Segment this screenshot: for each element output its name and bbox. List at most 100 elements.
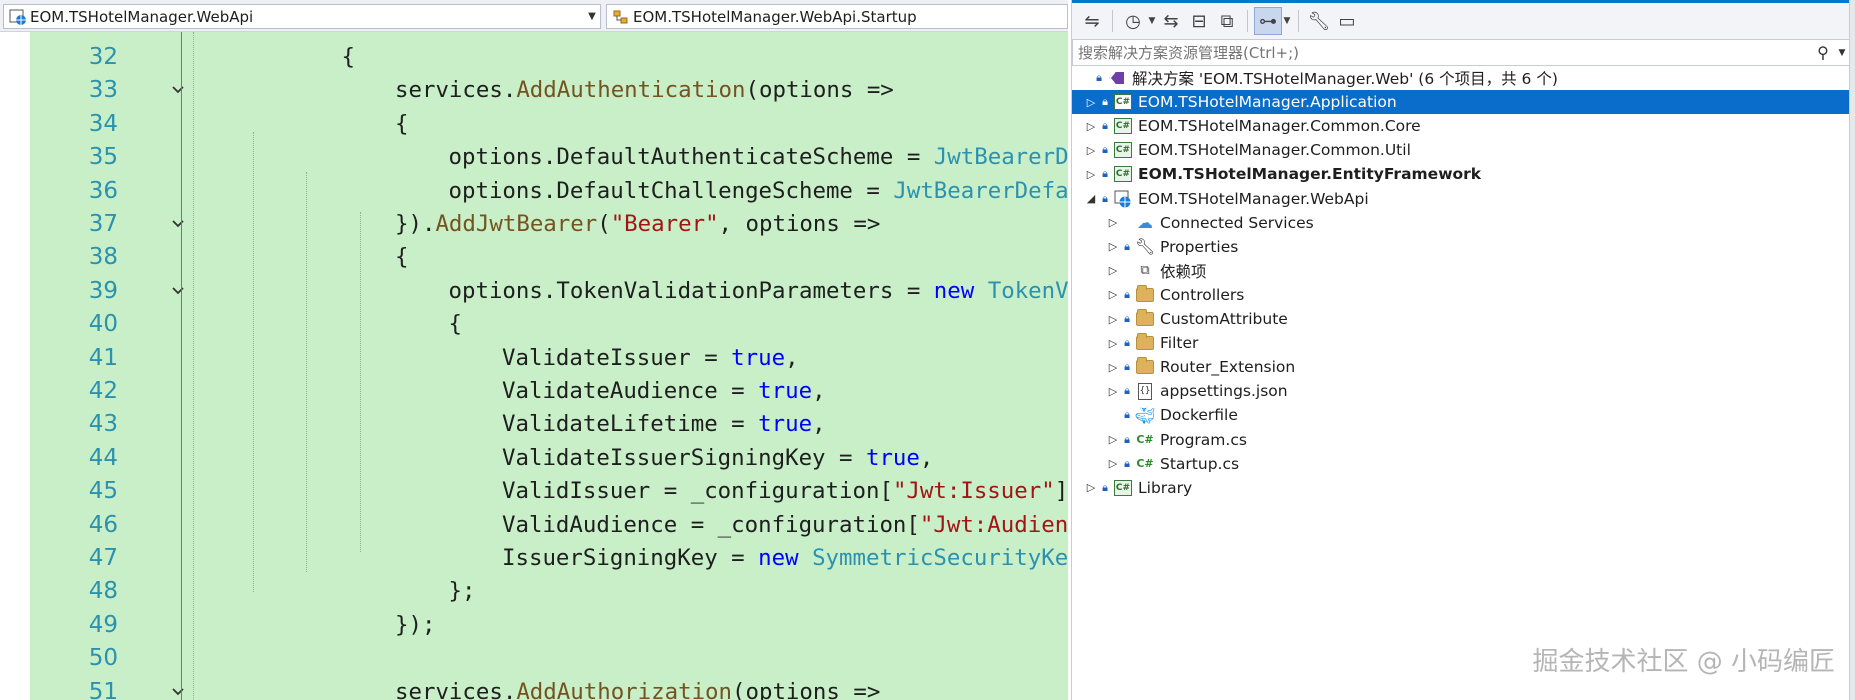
collapse-region-icon[interactable] [171,275,185,308]
expand-arrow-icon[interactable]: ▷ [1106,385,1120,398]
code-line[interactable]: 36 options.DefaultChallengeScheme = JwtBe… [30,175,1068,208]
code-line[interactable]: 34 { [30,108,1068,141]
line-number: 47 [88,545,118,571]
tree-item-label: Router_Extension [1160,358,1296,377]
code-line[interactable]: 41 ValidateIssuer = true, [30,342,1068,375]
expand-arrow-icon[interactable]: ▷ [1106,240,1120,253]
code-line[interactable]: 49}); [30,609,1068,642]
code-line[interactable]: 35 options.DefaultAuthenticateScheme = Jw… [30,141,1068,174]
code-line[interactable]: 47 IssuerSigningKey = new SymmetricSecuri… [30,542,1068,575]
tree-item-label: EOM.TSHotelManager.Common.Util [1138,141,1411,160]
code-token: options.TokenValidationParameters = [448,277,934,304]
properties-icon[interactable]: 🔧︎ [1305,7,1333,35]
tree-item[interactable]: ▷ 🔒︎ {} appsettings.json [1072,379,1850,403]
expand-arrow-icon[interactable]: ▷ [1084,144,1098,157]
code-line[interactable]: 43 ValidateLifetime = true, [30,408,1068,441]
indent-guide [253,132,254,592]
switch-views-icon[interactable]: ⊶ [1254,7,1282,35]
solution-root[interactable]: 🔒︎ 解决方案 'EOM.TSHotelManager.Web' (6 个项目，共… [1072,66,1850,90]
expand-arrow-icon[interactable]: ▷ [1084,96,1098,109]
code-line[interactable]: 48}; [30,575,1068,608]
code-token: ValidateIssuerSigningKey = [502,444,866,471]
tree-item[interactable]: ▷ ⧉ 依赖项 [1072,259,1850,283]
tree-item[interactable]: ▷ 🔒︎ C# EOM.TSHotelManager.EntityFramework [1072,162,1850,186]
chevron-down-icon[interactable]: ▼ [584,11,600,22]
line-number: 50 [88,645,118,672]
tree-item[interactable]: ▷ 🔒︎ 🔧︎ Properties [1072,235,1850,259]
code-line[interactable]: 42 ValidateAudience = true, [30,375,1068,408]
collapse-region-icon[interactable] [171,208,185,241]
code-line[interactable]: 33 services.AddAuthentication(options => [30,74,1068,107]
collapse-region-icon[interactable] [171,74,185,107]
side-tab-strip[interactable] [1849,0,1855,700]
expand-arrow-icon[interactable]: ▷ [1106,264,1120,277]
collapse-region-icon[interactable] [171,676,185,700]
expand-arrow-icon[interactable]: ▷ [1106,216,1120,229]
collapse-all-icon[interactable]: ⊟ [1185,7,1213,35]
expand-arrow-icon[interactable]: ▷ [1106,361,1120,374]
expand-arrow-icon[interactable]: ▷ [1106,288,1120,301]
code-line[interactable]: 38 { [30,241,1068,274]
class-dropdown[interactable]: EOM.TSHotelManager.WebApi.Startup [606,4,1068,29]
expand-arrow-icon[interactable]: ▷ [1106,433,1120,446]
preview-selected-items-icon[interactable]: ▭ [1333,7,1361,35]
code-line[interactable]: 44 ValidateIssuerSigningKey = true, [30,442,1068,475]
expand-arrow-icon[interactable]: ▷ [1106,313,1120,326]
sync-icon[interactable]: ⇆ [1157,7,1185,35]
docker-icon: 🐳︎ [1134,405,1156,425]
code-line[interactable]: 32 { [30,41,1068,74]
lock-icon: 🔒︎ [1124,432,1130,446]
code-token: JwtBearerDefau [933,144,1068,171]
expand-arrow-icon[interactable]: ▷ [1106,337,1120,350]
chevron-down-icon[interactable]: ▼ [1835,48,1849,58]
tree-item[interactable]: ▷ 🔒︎ C# EOM.TSHotelManager.Application [1072,90,1850,115]
tree-item[interactable]: ▷ 🔒︎ CustomAttribute [1072,307,1850,331]
tree-item-label: Program.cs [1160,430,1247,449]
search-input[interactable] [1073,40,1811,65]
sync-with-active-document-icon[interactable]: ⇋ [1078,7,1106,35]
tree-item[interactable]: ▷ ☁ Connected Services [1072,211,1850,235]
code-line[interactable]: 50 [30,642,1068,675]
code-line[interactable]: 37}).AddJwtBearer("Bearer", options => [30,208,1068,241]
code-line[interactable]: 40 { [30,308,1068,341]
line-number: 40 [88,311,118,338]
lock-icon: 🔒︎ [1124,360,1130,374]
chevron-down-icon[interactable]: ▼ [1282,16,1292,26]
code-token: ], [1054,478,1068,505]
show-all-files-icon[interactable]: ⧉ [1213,7,1241,35]
code-text-area[interactable]: 32{33 services.AddAuthentication(options … [30,32,1068,700]
tree-item[interactable]: ▷ 🔒︎ C# Program.cs [1072,428,1850,452]
tree-item[interactable]: ▷ 🔒︎ C# Startup.cs [1072,452,1850,476]
search-icon[interactable]: ⚲ [1811,43,1835,62]
expand-arrow-icon[interactable]: ▷ [1084,481,1098,494]
expand-arrow-icon[interactable]: ▷ [1084,120,1098,133]
chevron-down-icon[interactable]: ▼ [1147,16,1157,26]
tree-item-label: EOM.TSHotelManager.WebApi [1138,189,1369,208]
tree-item[interactable]: ▷ 🔒︎ C# Library [1072,476,1850,500]
tree-item[interactable]: ▷ 🔒︎ C# EOM.TSHotelManager.Common.Core [1072,114,1850,138]
tree-item[interactable]: ▷ 🔒︎ C# EOM.TSHotelManager.Common.Util [1072,138,1850,162]
tree-item[interactable]: ▷ 🔒︎ Filter [1072,331,1850,355]
project-dropdown[interactable]: EOM.TSHotelManager.WebApi ▼ [3,4,601,29]
code-line[interactable]: 45 ValidIssuer = _configuration["Jwt:Issu… [30,475,1068,508]
tree-item[interactable]: ▷ 🔒︎ Controllers [1072,283,1850,307]
tree-item[interactable]: 🔒︎ 🐳︎ Dockerfile [1072,403,1850,427]
code-line[interactable]: 51 services.AddAuthorization(options => [30,676,1068,700]
line-number: 41 [88,344,118,371]
solution-search-box[interactable]: ⚲ ▼ [1072,39,1850,66]
solution-explorer: ⇋ ◷ ▼ ⇆ ⊟ ⧉ ⊶ ▼ 🔧︎ ▭ ⚲ ▼ 🔒︎ 解决方案 'EOM.TSH… [1071,0,1850,700]
pending-changes-filter-icon[interactable]: ◷ [1119,7,1147,35]
code-token: IssuerSigningKey = [502,545,759,571]
tree-item[interactable]: ▷ 🔒︎ Router_Extension [1072,355,1850,379]
outlining-margin-line [181,32,182,700]
line-number: 34 [88,110,118,137]
code-line[interactable]: 39 options.TokenValidationParameters = ne… [30,275,1068,308]
lock-icon: 🔒︎ [1124,384,1130,398]
code-line[interactable]: 46 ValidAudience = _configuration["Jwt:Au… [30,509,1068,542]
code-editor[interactable]: EOM.TSHotelManager.WebApi ▼ EOM.TSHotelM… [0,0,1068,700]
tree-item[interactable]: ◢ 🔒︎ EOM.TSHotelManager.WebApi [1072,187,1850,211]
expand-arrow-icon[interactable]: ▷ [1106,457,1120,470]
expand-arrow-icon[interactable]: ▷ [1084,168,1098,181]
expanded-arrow-icon[interactable]: ◢ [1084,192,1098,205]
web-project-icon [9,9,26,25]
